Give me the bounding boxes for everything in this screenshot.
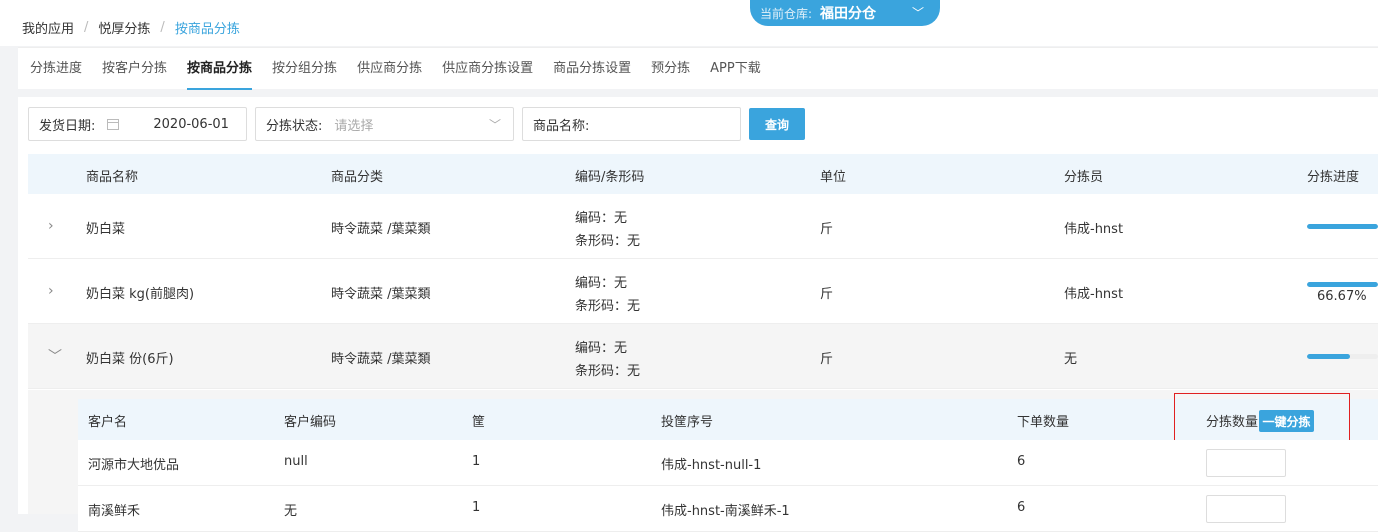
header-basket: 筐: [472, 415, 486, 430]
basket-seq: 伟成-hnst-南溪鲜禾-1: [661, 504, 790, 519]
progress-text: 66.67%: [1317, 289, 1367, 304]
header-customer-name: 客户名: [88, 415, 128, 430]
header-customer-code: 客户编码: [284, 415, 337, 430]
product-name-label: 商品名称:: [533, 118, 590, 134]
breadcrumb-item-current: 按商品分拣: [174, 22, 240, 37]
header-progress: 分拣进度: [1307, 170, 1360, 185]
product-sorter: 伟成-hnst: [1064, 287, 1124, 302]
tab-app-download[interactable]: APP下载: [700, 48, 771, 90]
subtable-row: 河源市大地优品 null 1 伟成-hnst-null-1 6: [78, 440, 1378, 486]
product-sorter: 伟成-hnst: [1064, 222, 1124, 237]
product-unit: 斤: [820, 222, 834, 237]
table-header: 商品名称 商品分类 编码/条形码 单位 分拣员 分拣进度: [28, 154, 1378, 194]
product-name-input[interactable]: 商品名称:: [522, 107, 741, 141]
progress-fill: [1307, 282, 1378, 287]
product-barcode: 条形码：无: [575, 364, 641, 379]
tab-product-settings[interactable]: 商品分拣设置: [543, 48, 641, 90]
date-label: 发货日期:: [39, 118, 96, 134]
breadcrumb-item-sorting[interactable]: 悦厚分拣: [98, 18, 150, 37]
header-category: 商品分类: [331, 170, 384, 185]
status-label: 分拣状态:: [266, 118, 323, 134]
header-order-qty: 下单数量: [1017, 415, 1070, 430]
product-category: 時令蔬菜 /葉菜類: [331, 287, 431, 302]
tab-sorting-progress[interactable]: 分拣进度: [18, 48, 92, 90]
sort-qty-input[interactable]: [1206, 449, 1286, 477]
product-barcode: 条形码：无: [575, 234, 641, 249]
query-button[interactable]: 查询: [749, 108, 805, 140]
warehouse-value: 福田分仓: [820, 6, 877, 22]
product-code: 编码：无: [575, 211, 628, 226]
chevron-down-icon[interactable]: ﹀: [48, 346, 62, 366]
product-unit: 斤: [820, 352, 834, 367]
customer-code: null: [284, 454, 308, 469]
header-product-name: 商品名称: [86, 170, 139, 185]
customer-name: 河源市大地优品: [88, 458, 180, 473]
basket-seq: 伟成-hnst-null-1: [661, 458, 762, 473]
product-unit: 斤: [820, 287, 834, 302]
status-select[interactable]: 分拣状态: 请选择 ﹀: [255, 107, 514, 141]
product-barcode: 条形码：无: [575, 299, 641, 314]
warehouse-label: 当前仓库:: [760, 6, 813, 21]
date-filter[interactable]: 发货日期: 2020-06-01: [28, 107, 247, 141]
tab-pre-sorting[interactable]: 预分拣: [641, 48, 700, 90]
breadcrumb: 我的应用 / 悦厚分拣 / 按商品分拣: [22, 18, 240, 37]
chevron-down-icon: ﹀: [911, 6, 924, 20]
progress-fill: [1307, 354, 1350, 359]
product-code: 编码：无: [575, 341, 628, 356]
header-unit: 单位: [820, 170, 847, 185]
tab-supplier-settings[interactable]: 供应商分拣设置: [432, 48, 543, 90]
header-sorter: 分拣员: [1064, 170, 1104, 185]
header-basket-seq: 投筐序号: [661, 415, 714, 430]
chevron-right-icon[interactable]: ›: [48, 283, 54, 299]
progress-bar: [1307, 282, 1378, 287]
product-name: 奶白菜: [86, 222, 126, 237]
basket: 1: [472, 500, 481, 515]
breadcrumb-item-apps[interactable]: 我的应用: [22, 18, 74, 37]
breadcrumb-separator: /: [84, 20, 89, 35]
date-value: 2020-06-01: [153, 116, 229, 132]
progress-bar: [1307, 354, 1378, 359]
chevron-right-icon[interactable]: ›: [48, 218, 54, 234]
chevron-down-icon: ﹀: [488, 118, 501, 132]
highlight-box: [1174, 393, 1350, 443]
table-row[interactable]: › 奶白菜 kg(前腿肉) 時令蔬菜 /葉菜類 编码：无 条形码：无 斤 伟成-…: [28, 259, 1378, 324]
tab-supplier-sorting[interactable]: 供应商分拣: [347, 48, 432, 90]
tab-by-group[interactable]: 按分组分拣: [262, 48, 347, 90]
product-sorter: 无: [1064, 352, 1078, 367]
left-strip: [0, 46, 9, 514]
table-row-expanded[interactable]: ﹀ 奶白菜 份(6斤) 時令蔬菜 /葉菜類 编码：无 条形码：无 斤 无: [28, 324, 1378, 389]
product-name: 奶白菜 kg(前腿肉): [86, 287, 195, 302]
header-code: 编码/条形码: [575, 170, 645, 185]
customer-code: 无: [284, 504, 298, 519]
warehouse-selector[interactable]: 当前仓库: 福田分仓 ﹀: [750, 0, 940, 26]
progress-bar: [1307, 224, 1378, 229]
table-row[interactable]: › 奶白菜 時令蔬菜 /葉菜類 编码：无 条形码：无 斤 伟成-hnst: [28, 194, 1378, 259]
sort-qty-input[interactable]: [1206, 495, 1286, 523]
product-category: 時令蔬菜 /葉菜類: [331, 222, 431, 237]
tab-by-product[interactable]: 按商品分拣: [177, 48, 262, 90]
product-category: 時令蔬菜 /葉菜類: [331, 352, 431, 367]
tab-bar: 分拣进度 按客户分拣 按商品分拣 按分组分拣 供应商分拣 供应商分拣设置 商品分…: [18, 47, 1378, 90]
progress-fill: [1307, 224, 1378, 229]
basket: 1: [472, 454, 481, 469]
product-code: 编码：无: [575, 276, 628, 291]
tab-by-customer[interactable]: 按客户分拣: [92, 48, 177, 90]
product-name: 奶白菜 份(6斤): [86, 352, 174, 367]
order-qty: 6: [1017, 500, 1026, 515]
subtable-row: 南溪鲜禾 无 1 伟成-hnst-南溪鲜禾-1 6: [78, 486, 1378, 532]
customer-name: 南溪鲜禾: [88, 504, 141, 519]
breadcrumb-separator: /: [160, 20, 165, 35]
order-qty: 6: [1017, 454, 1026, 469]
calendar-icon: [107, 118, 120, 130]
status-placeholder: 请选择: [334, 118, 374, 134]
